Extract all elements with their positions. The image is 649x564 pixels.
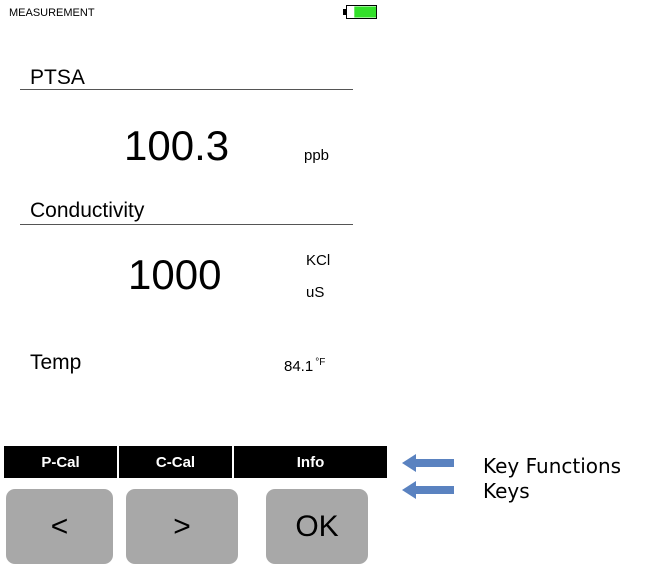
temp-value: 84.1 [284,358,314,375]
battery-icon [343,5,377,19]
temp-unit: °F [315,357,326,368]
ptsa-value: 100.3 [124,122,230,169]
ptsa-divider [20,89,353,90]
ok-key[interactable]: OK [266,489,368,564]
ptsa-unit: ppb [304,147,330,164]
conductivity-title: Conductivity [30,199,145,222]
conductivity-unit-solution: KCl [306,252,331,269]
conductivity-unit: uS [306,284,325,301]
softkey-bar: P-Cal C-Cal Info [4,446,387,478]
softkey-info[interactable]: Info [234,446,387,478]
right-key[interactable]: > [126,489,238,564]
arrow-left-icon [402,481,454,499]
temp-label: Temp [30,351,82,374]
temp-reading: 84.1 °F [284,357,325,375]
mode-label: MEASUREMENT [9,7,95,19]
softkey-c-cal[interactable]: C-Cal [119,446,232,478]
conductivity-value: 1000 [128,251,222,298]
softkey-p-cal[interactable]: P-Cal [4,446,117,478]
conductivity-divider [20,224,353,225]
ptsa-title: PTSA [30,66,85,89]
left-key[interactable]: < [6,489,113,564]
keys-label: Keys [483,479,530,503]
key-functions-label: Key Functions [483,454,622,478]
arrow-left-icon [402,454,454,472]
